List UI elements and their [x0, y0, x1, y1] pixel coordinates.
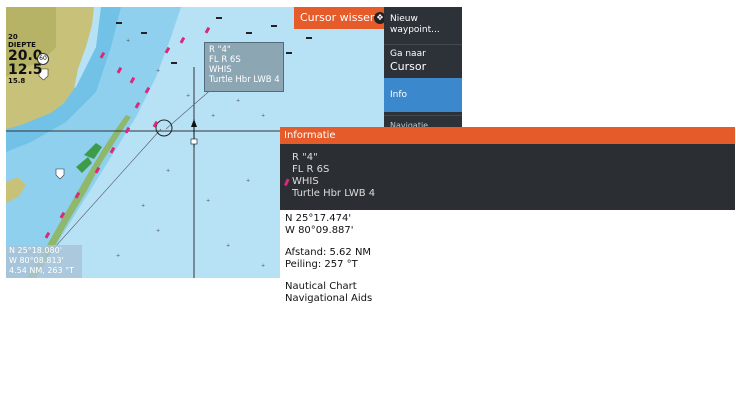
screen: + + + + + + + + + + + + + + 20 DIEPTE 20…	[0, 0, 736, 397]
cursor-position-box: N 25°18.080' W 80°08.813' 4.54 NM, 263 °…	[6, 245, 82, 278]
menu-item-goto-line1: Ga naar	[390, 49, 426, 59]
svg-text:+: +	[116, 253, 120, 259]
cursor-longitude: W 80°08.813'	[9, 256, 64, 265]
detail-line-2: FL R 6S	[292, 164, 330, 175]
cursor-latitude: N 25°18.080'	[9, 246, 62, 255]
svg-text:+: +	[126, 38, 130, 44]
info-latitude: N 25°17.474'	[285, 213, 352, 224]
info-source-chart: Nautical Chart	[285, 281, 357, 292]
cursor-distance-bearing: 4.54 NM, 263 °T	[9, 266, 75, 275]
svg-text:+: +	[206, 198, 210, 204]
menu-item-new-waypoint-line1: Nieuw	[390, 14, 418, 24]
svg-text:+: +	[141, 203, 145, 209]
speed-sub-value: 15.8	[8, 77, 26, 85]
depth-value: 20	[8, 33, 18, 41]
svg-text:+: +	[246, 178, 250, 184]
svg-text:+: +	[156, 68, 160, 74]
svg-text:+: +	[261, 263, 265, 269]
info-longitude: W 80°09.887'	[285, 225, 354, 236]
tooltip-line-3: WHIS	[209, 65, 232, 75]
information-detail-text: R "4" FL R 6S WHIS Turtle Hbr LWB 4	[292, 152, 375, 200]
chart-object-tooltip: R "4" FL R 6S WHIS Turtle Hbr LWB 4	[204, 42, 284, 92]
information-dialog: Informatie R "4" FL R 6S WHIS Turtle Hbr…	[280, 127, 735, 397]
svg-text:+: +	[261, 113, 265, 119]
menu-item-new-waypoint[interactable]: Nieuw waypoint...	[384, 10, 462, 44]
menu-item-goto-cursor[interactable]: Ga naar Cursor	[384, 44, 462, 78]
svg-text:+: +	[236, 98, 240, 104]
svg-text:+: +	[211, 113, 215, 119]
svg-text:+: +	[156, 228, 160, 234]
detail-line-1: R "4"	[292, 152, 318, 163]
svg-text:+: +	[166, 168, 170, 174]
cursor-clear-label: Cursor wissen	[300, 11, 377, 24]
tooltip-line-2: FL R 6S	[209, 55, 241, 65]
information-title: Informatie	[280, 127, 735, 144]
tooltip-line-4: Turtle Hbr LWB 4	[209, 75, 280, 85]
menu-item-goto-line2: Cursor	[390, 60, 427, 73]
tooltip-line-1: R "4"	[209, 45, 231, 55]
red-buoy-icon	[284, 178, 290, 187]
information-body: N 25°17.474' W 80°09.887' Afstand: 5.62 …	[280, 210, 735, 397]
speed-limit-sign-icon: 60	[37, 53, 49, 65]
detail-line-3: WHIS	[292, 176, 319, 187]
info-source-navaids: Navigational Aids	[285, 293, 373, 304]
detail-line-4: Turtle Hbr LWB 4	[292, 188, 376, 199]
information-detail-row[interactable]: R "4" FL R 6S WHIS Turtle Hbr LWB 4	[280, 144, 735, 210]
svg-text:+: +	[186, 93, 190, 99]
menu-item-new-waypoint-line2: waypoint...	[390, 25, 440, 35]
info-distance: Afstand: 5.62 NM	[285, 247, 372, 258]
info-bearing: Peiling: 257 °T	[285, 259, 358, 270]
menu-item-info[interactable]: Info	[384, 78, 462, 112]
svg-text:+: +	[226, 243, 230, 249]
cursor-clear-button[interactable]: Cursor wissen ✥	[294, 7, 390, 29]
speed-value-2: 12.5	[8, 62, 43, 78]
